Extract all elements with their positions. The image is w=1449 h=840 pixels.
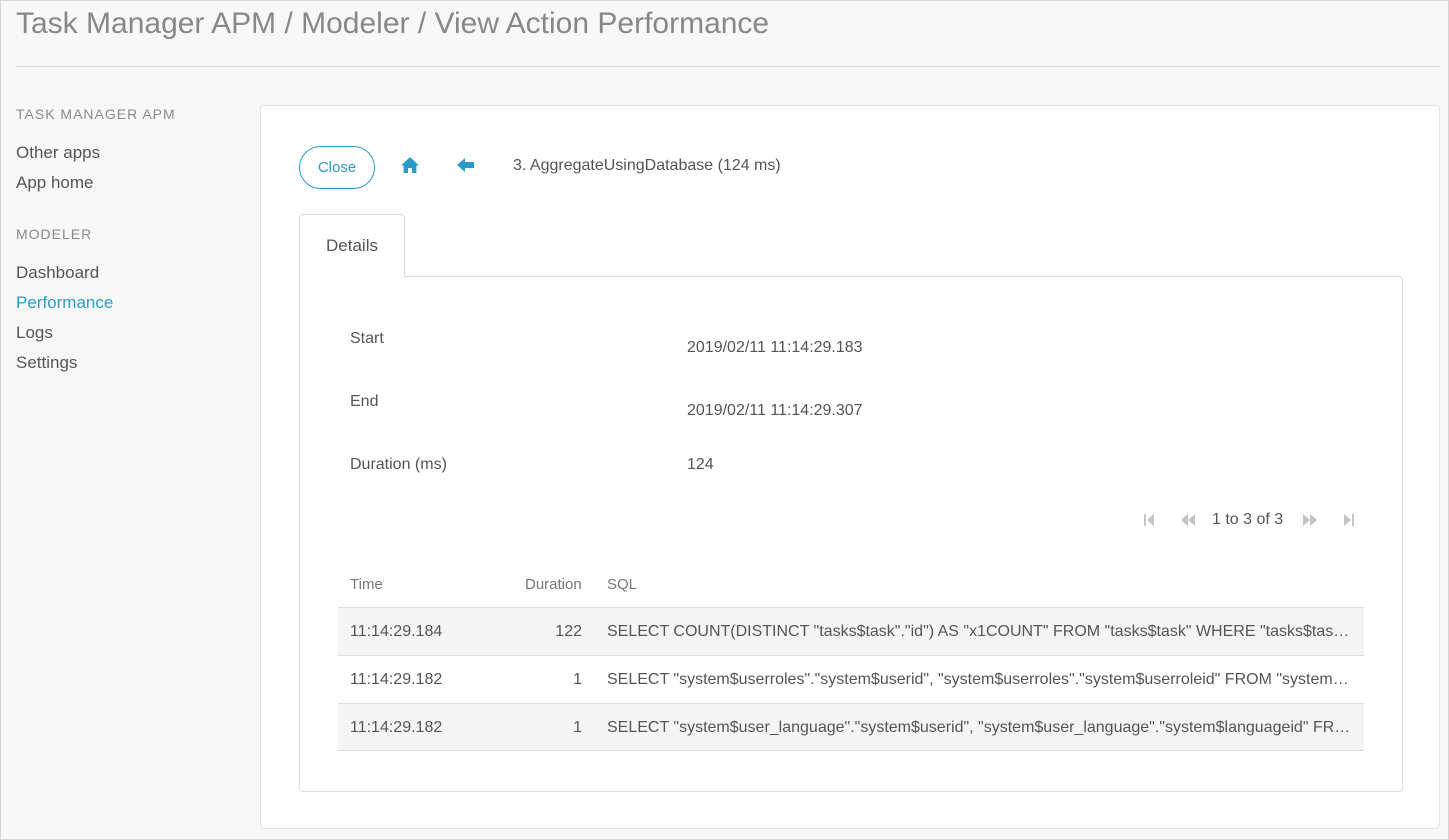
cell-duration: 1 bbox=[573, 719, 582, 736]
title-divider bbox=[16, 66, 1440, 67]
last-page-icon[interactable] bbox=[1342, 513, 1356, 527]
cell-time: 11:14:29.182 bbox=[350, 671, 443, 688]
column-header-duration[interactable]: Duration bbox=[525, 576, 582, 593]
sidebar-item-settings[interactable]: Settings bbox=[16, 348, 236, 378]
sidebar-heading-modeler: MODELER bbox=[16, 226, 93, 242]
end-value: 2019/02/11 11:14:29.307 bbox=[687, 402, 863, 419]
next-page-icon[interactable] bbox=[1302, 513, 1317, 527]
start-label: Start bbox=[350, 330, 384, 347]
cell-duration: 122 bbox=[555, 623, 582, 640]
main-card: Close 3. AggregateUsingDatabase (124 ms)… bbox=[260, 105, 1440, 829]
end-label: End bbox=[350, 393, 379, 410]
sidebar-item-logs[interactable]: Logs bbox=[16, 318, 236, 348]
tab-details[interactable]: Details bbox=[299, 214, 405, 277]
sidebar-item-other-apps[interactable]: Other apps bbox=[16, 138, 236, 168]
table-row[interactable]: 11:14:29.182 1 SELECT "system$user_langu… bbox=[338, 703, 1364, 751]
duration-value: 124 bbox=[687, 456, 714, 473]
column-header-sql[interactable]: SQL bbox=[607, 576, 637, 593]
pager-text: 1 to 3 of 3 bbox=[1212, 511, 1284, 528]
start-value: 2019/02/11 11:14:29.183 bbox=[687, 339, 863, 356]
table-row[interactable]: 11:14:29.182 1 SELECT "system$userroles"… bbox=[338, 655, 1364, 703]
sidebar-section-task-manager-apm: TASK MANAGER APM Other apps App home bbox=[16, 106, 236, 198]
page-title: Task Manager APM / Modeler / View Action… bbox=[16, 7, 770, 40]
sidebar: TASK MANAGER APM Other apps App home MOD… bbox=[16, 106, 236, 406]
sidebar-item-app-home[interactable]: App home bbox=[16, 168, 236, 198]
first-page-icon[interactable] bbox=[1142, 513, 1156, 527]
cell-sql: SELECT COUNT(DISTINCT "tasks$task"."id")… bbox=[607, 623, 1352, 640]
duration-label: Duration (ms) bbox=[350, 456, 447, 473]
sidebar-heading-task-manager-apm: TASK MANAGER APM bbox=[16, 106, 176, 122]
column-header-time[interactable]: Time bbox=[350, 576, 383, 593]
previous-page-icon[interactable] bbox=[1180, 513, 1195, 527]
cell-sql: SELECT "system$user_language"."system$us… bbox=[607, 719, 1352, 736]
cell-duration: 1 bbox=[573, 671, 582, 688]
sidebar-item-performance[interactable]: Performance bbox=[16, 288, 236, 318]
home-icon[interactable] bbox=[400, 156, 420, 174]
cell-time: 11:14:29.182 bbox=[350, 719, 443, 736]
sidebar-section-modeler: MODELER Dashboard Performance Logs Setti… bbox=[16, 226, 236, 378]
table-row[interactable]: 11:14:29.184 122 SELECT COUNT(DISTINCT "… bbox=[338, 607, 1364, 655]
sidebar-item-dashboard[interactable]: Dashboard bbox=[16, 258, 236, 288]
cell-time: 11:14:29.184 bbox=[350, 623, 443, 640]
breadcrumb: 3. AggregateUsingDatabase (124 ms) bbox=[513, 157, 781, 174]
close-button[interactable]: Close bbox=[299, 146, 375, 189]
cell-sql: SELECT "system$userroles"."system$userid… bbox=[607, 671, 1352, 688]
arrow-left-icon[interactable] bbox=[456, 157, 476, 173]
